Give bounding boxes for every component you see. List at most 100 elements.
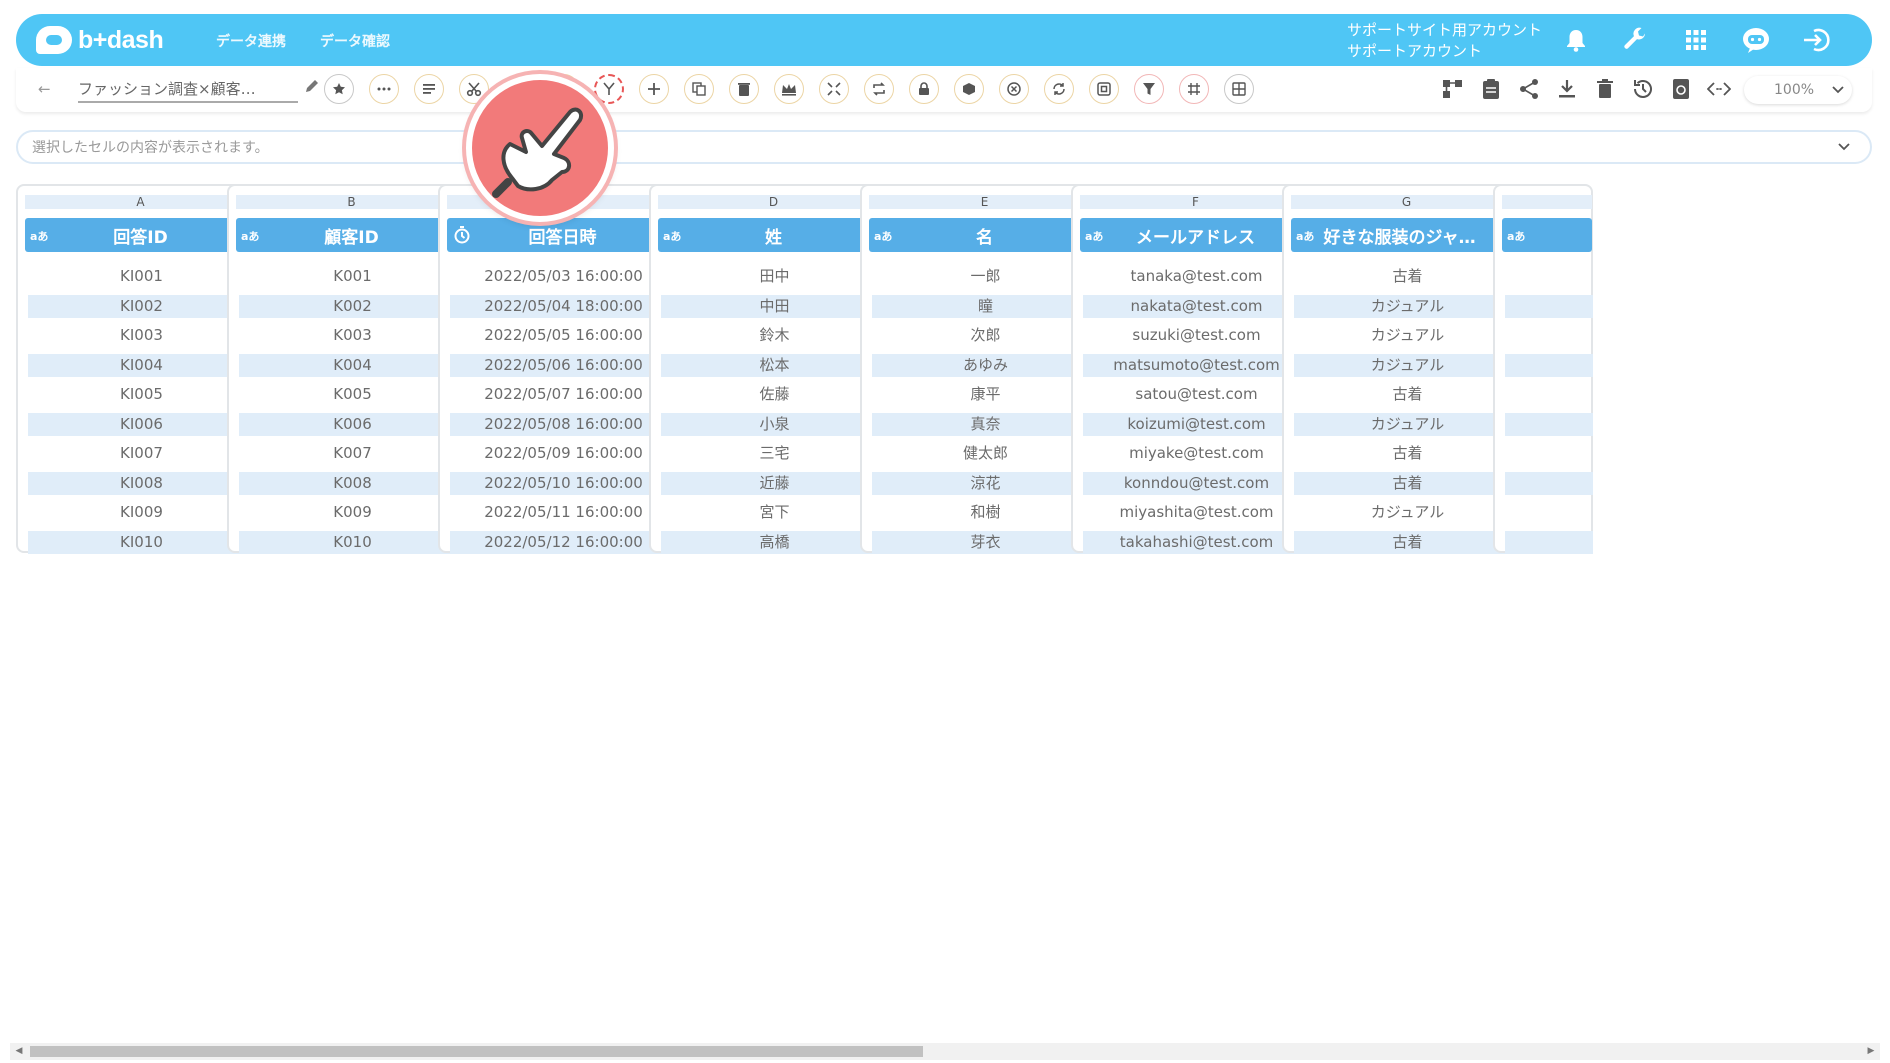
- loop-icon[interactable]: [864, 74, 894, 104]
- apps-grid-icon[interactable]: [1680, 24, 1712, 56]
- table-cell[interactable]: 古着: [1294, 265, 1521, 288]
- list-icon[interactable]: [414, 74, 444, 104]
- table-cell[interactable]: [1505, 383, 1593, 406]
- star-icon[interactable]: [324, 74, 354, 104]
- table-cell[interactable]: [1505, 353, 1593, 377]
- table-cell[interactable]: 2022/05/08 16:00:00: [450, 412, 677, 436]
- table-cell[interactable]: konndou@test.com: [1083, 471, 1310, 495]
- table-cell[interactable]: K007: [239, 442, 466, 465]
- column-header[interactable]: aあ 姓: [658, 218, 889, 252]
- table-cell[interactable]: K008: [239, 471, 466, 495]
- table-cell[interactable]: 宮下: [661, 501, 888, 524]
- more-icon[interactable]: [369, 74, 399, 104]
- column-letter[interactable]: G: [1291, 195, 1522, 209]
- table-cell[interactable]: KI001: [28, 265, 255, 288]
- shrink-icon[interactable]: [819, 74, 849, 104]
- table-cell[interactable]: 2022/05/09 16:00:00: [450, 442, 677, 465]
- table-cell[interactable]: takahashi@test.com: [1083, 530, 1310, 554]
- trash-icon[interactable]: [729, 74, 759, 104]
- column-header[interactable]: aあ: [1502, 218, 1592, 252]
- flow-icon[interactable]: [1440, 76, 1466, 102]
- table-cell[interactable]: K003: [239, 324, 466, 347]
- logout-icon[interactable]: [1800, 24, 1832, 56]
- table-cell[interactable]: KI004: [28, 353, 255, 377]
- app-logo[interactable]: b+dash: [36, 22, 181, 58]
- cell-content-bar[interactable]: 選択したセルの内容が表示されます。: [16, 130, 1872, 164]
- table-cell[interactable]: 高橋: [661, 530, 888, 554]
- table-cell[interactable]: koizumi@test.com: [1083, 412, 1310, 436]
- column-header[interactable]: aあ 好きな服装のジャンル: [1291, 218, 1522, 252]
- table-cell[interactable]: 和樹: [872, 501, 1099, 524]
- column-letter[interactable]: [1502, 195, 1592, 209]
- table-cell[interactable]: 瞳: [872, 294, 1099, 318]
- table-cell[interactable]: [1505, 501, 1593, 524]
- table-cell[interactable]: [1505, 265, 1593, 288]
- nav-data-check[interactable]: データ確認: [320, 31, 390, 51]
- table-cell[interactable]: K002: [239, 294, 466, 318]
- table-cell[interactable]: K010: [239, 530, 466, 554]
- horizontal-scrollbar[interactable]: ◀ ▶: [10, 1043, 1880, 1060]
- table-cell[interactable]: 2022/05/07 16:00:00: [450, 383, 677, 406]
- table-cell[interactable]: 2022/05/04 18:00:00: [450, 294, 677, 318]
- column-header[interactable]: 回答日時: [447, 218, 678, 252]
- table-cell[interactable]: 小泉: [661, 412, 888, 436]
- table-cell[interactable]: 松本: [661, 353, 888, 377]
- table-cell[interactable]: KI005: [28, 383, 255, 406]
- crown-icon[interactable]: [774, 74, 804, 104]
- table-cell[interactable]: カジュアル: [1294, 412, 1521, 436]
- column-letter[interactable]: F: [1080, 195, 1311, 209]
- cancel-icon[interactable]: [999, 74, 1029, 104]
- table-cell[interactable]: 2022/05/11 16:00:00: [450, 501, 677, 524]
- table-cell[interactable]: [1505, 324, 1593, 347]
- table-cell[interactable]: カジュアル: [1294, 324, 1521, 347]
- share-icon[interactable]: [1516, 76, 1542, 102]
- table-cell[interactable]: 田中: [661, 265, 888, 288]
- download-icon[interactable]: [1554, 76, 1580, 102]
- nav-data-integration[interactable]: データ連携: [216, 31, 286, 51]
- column-header[interactable]: aあ 名: [869, 218, 1100, 252]
- table-cell[interactable]: [1505, 442, 1593, 465]
- table-cell[interactable]: KI003: [28, 324, 255, 347]
- table-cell[interactable]: 涼花: [872, 471, 1099, 495]
- table-cell[interactable]: 2022/05/05 16:00:00: [450, 324, 677, 347]
- table-cell[interactable]: miyake@test.com: [1083, 442, 1310, 465]
- column-letter[interactable]: B: [236, 195, 467, 209]
- filter-icon[interactable]: [1134, 74, 1164, 104]
- table-cell[interactable]: KI008: [28, 471, 255, 495]
- account-info[interactable]: サポートサイト用アカウント サポートアカウント: [1347, 20, 1542, 62]
- scroll-right-arrow-icon[interactable]: ▶: [1866, 1046, 1876, 1057]
- table-cell[interactable]: 一郎: [872, 265, 1099, 288]
- zoom-select[interactable]: 100%: [1744, 76, 1852, 104]
- table-cell[interactable]: satou@test.com: [1083, 383, 1310, 406]
- table-cell[interactable]: tanaka@test.com: [1083, 265, 1310, 288]
- scroll-left-arrow-icon[interactable]: ◀: [14, 1046, 24, 1057]
- table-cell[interactable]: KI010: [28, 530, 255, 554]
- refresh-icon[interactable]: [1044, 74, 1074, 104]
- column-letter[interactable]: D: [658, 195, 889, 209]
- table-cell[interactable]: 古着: [1294, 530, 1521, 554]
- table-cell[interactable]: 2022/05/06 16:00:00: [450, 353, 677, 377]
- table-cell[interactable]: KI009: [28, 501, 255, 524]
- table-cell[interactable]: 真奈: [872, 412, 1099, 436]
- column-header[interactable]: aあ メールアドレス: [1080, 218, 1311, 252]
- table-cell[interactable]: 2022/05/03 16:00:00: [450, 265, 677, 288]
- plus-icon[interactable]: [639, 74, 669, 104]
- title-edit-pencil-icon[interactable]: [304, 78, 320, 98]
- table-cell[interactable]: matsumoto@test.com: [1083, 353, 1310, 377]
- table-cell[interactable]: あゆみ: [872, 353, 1099, 377]
- mascot-icon[interactable]: [1740, 24, 1772, 56]
- table-cell[interactable]: 三宅: [661, 442, 888, 465]
- table-cell[interactable]: 佐藤: [661, 383, 888, 406]
- table-cell[interactable]: 2022/05/10 16:00:00: [450, 471, 677, 495]
- table-cell[interactable]: K009: [239, 501, 466, 524]
- table-cell[interactable]: 次郎: [872, 324, 1099, 347]
- table-cell[interactable]: 健太郎: [872, 442, 1099, 465]
- clipboard-icon[interactable]: [1478, 76, 1504, 102]
- table-icon[interactable]: [1224, 74, 1254, 104]
- table-cell[interactable]: 康平: [872, 383, 1099, 406]
- table-cell[interactable]: カジュアル: [1294, 501, 1521, 524]
- column-header[interactable]: aあ 顧客ID: [236, 218, 467, 252]
- table-cell[interactable]: [1505, 530, 1593, 554]
- table-cell[interactable]: カジュアル: [1294, 294, 1521, 318]
- code-icon[interactable]: [1706, 76, 1732, 102]
